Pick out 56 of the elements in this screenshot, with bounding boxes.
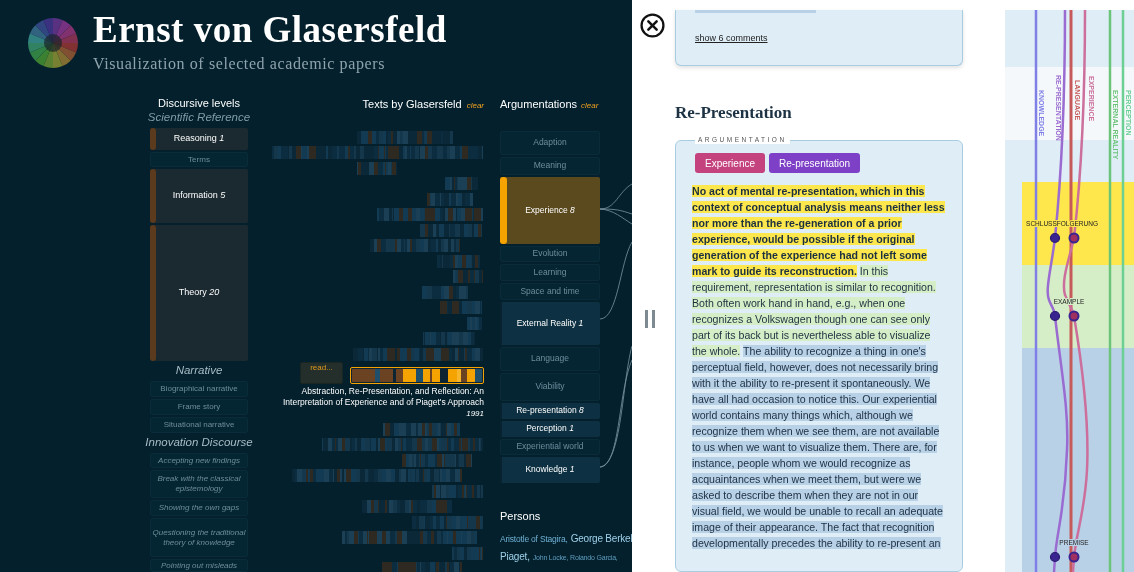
column-heading: Texts by Glasersfeld — [362, 97, 462, 112]
person-link[interactable]: Aristotle of Stagira, — [500, 532, 568, 546]
clear-link[interactable]: clear — [466, 100, 484, 112]
persons-heading: Persons — [500, 508, 542, 523]
comments-link[interactable]: show 6 comments — [695, 32, 943, 46]
argumentation-item[interactable]: Experiential world — [500, 438, 600, 455]
color-wheel-logo — [28, 18, 78, 68]
person-link[interactable]: Piaget, — [500, 548, 530, 564]
page-subtitle: Visualization of selected academic papers — [93, 54, 386, 74]
argumentation-item[interactable]: Evolution — [500, 245, 600, 262]
level-item[interactable]: Questioning the traditional theory of knowledge — [150, 518, 248, 557]
level-item[interactable]: Biographical narrative — [150, 381, 248, 397]
page-title: Ernst von Glasersfeld — [93, 8, 447, 52]
level-item[interactable]: Situational narrative — [150, 417, 248, 433]
node-marker — [1049, 310, 1061, 322]
node-marker — [1068, 232, 1080, 244]
paper-title: Abstraction, Re-Presentation, and Reflection: An Interpretation of Experience and of Piaget's Approach — [281, 385, 485, 408]
node-marker — [1068, 310, 1080, 322]
argumentation-item[interactable]: External Reality 1 — [500, 301, 600, 345]
argumentation-item[interactable]: Language — [500, 346, 600, 371]
level-item[interactable]: Reasoning 1 — [150, 128, 248, 150]
argumentation-item[interactable]: Experience 8 — [500, 176, 600, 244]
argumentation-item[interactable]: Perception 1 — [500, 420, 600, 437]
argument-tag[interactable]: Re-presentation — [769, 153, 861, 173]
argumentation-item[interactable]: Adaption — [500, 130, 600, 155]
person-link[interactable]: George Berkel — [570, 530, 633, 546]
argumentation-item[interactable]: Meaning — [500, 156, 600, 175]
argumentation-item[interactable]: Space and time — [500, 282, 600, 300]
level-item[interactable]: Frame story — [150, 399, 248, 415]
argument-tag[interactable]: Experience — [695, 153, 766, 173]
node-marker — [1049, 232, 1061, 244]
level-item[interactable]: Information 5 — [150, 169, 248, 223]
argumentation-item[interactable]: Re-presentation 8 — [500, 402, 600, 419]
group-title: Scientific Reference — [146, 111, 252, 124]
section-title: Re-Presentation — [675, 103, 793, 123]
level-item[interactable]: Terms — [150, 152, 248, 167]
argument-text: No act of mental re-presentation, which in this context of conceptual analysis means neither less nor more than the re-generation of a prior experience, would be possible if the original generation of the experience had not left some mark to guide its reconstruction. In this requirement, representation is similar to recognition. Both often work hand in hand, e.g., when one recognizes a Volkswagen though one can see only part of its back but is nevertheless able to visualize the whole. The ability to recognize a thing in one's perceptual field, however, does not necessarily bring with it the ability to re-present it spontaneously. We have all had occasion to notice this. Our experiential world contains many things which, although we recognize them when we see them, are not available to us when we want to visualize them. There are, for instance, people whom we would recognize as acquaintances when we meet them, but were we asked to describe them when they are not in our visual field, we would be unable to recall an adequate image of their appearance. The fact that recognition developmentally precedes the ability to re-present an — [692, 184, 946, 551]
level-item[interactable]: Showing the own gaps — [150, 500, 248, 516]
close-icon[interactable] — [639, 13, 665, 38]
level-item[interactable]: Pointing out misleads — [150, 559, 248, 572]
column-heading: Discursive levels — [157, 97, 241, 110]
clear-link[interactable]: clear — [581, 100, 599, 112]
argumentation-item[interactable]: Knowledge 1 — [500, 456, 600, 483]
level-item[interactable]: Theory 20 — [150, 225, 248, 361]
column-heading: Argumentations — [500, 97, 578, 112]
paper-year: 1991 — [465, 407, 485, 420]
node-marker — [1049, 551, 1061, 563]
argumentation-item[interactable]: Viability — [500, 372, 600, 401]
group-title: Narrative — [174, 364, 224, 377]
level-item[interactable]: Break with the classical epistemology — [150, 470, 248, 498]
drag-handle-icon[interactable] — [643, 310, 656, 328]
read-button[interactable]: read... — [300, 361, 343, 384]
node-marker — [1068, 551, 1080, 563]
level-item[interactable]: Accepting new findings — [150, 453, 248, 468]
group-title: Innovation Discourse — [144, 436, 254, 449]
argumentation-item[interactable]: Learning — [500, 263, 600, 281]
